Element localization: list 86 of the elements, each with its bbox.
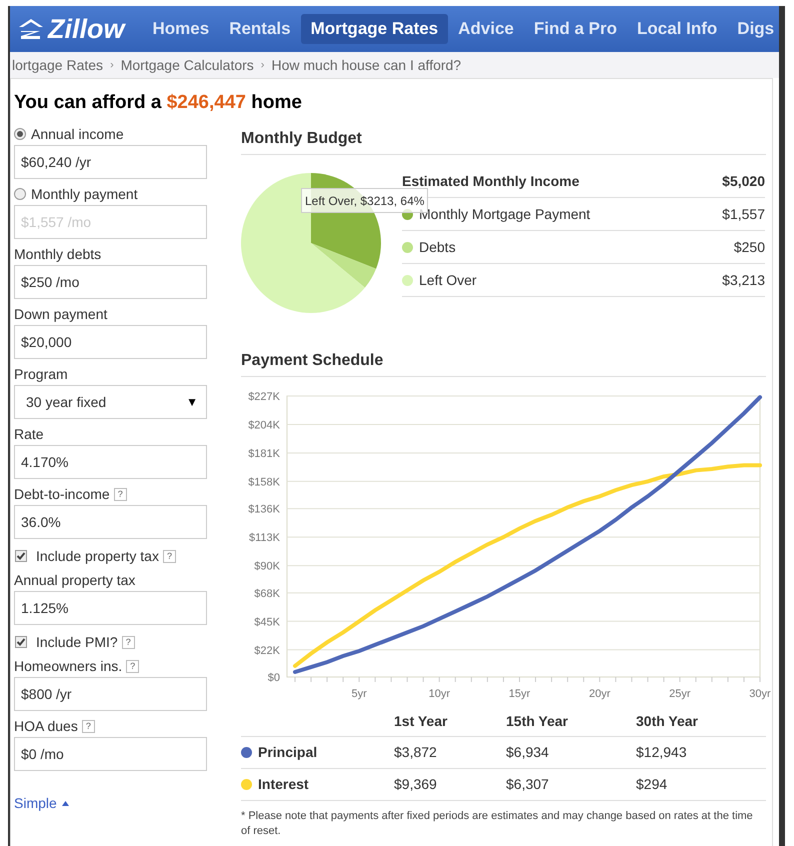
checkbox-label: Include property tax [36,546,159,566]
chart-tooltip: Left Over, $3213, 64% [301,188,428,213]
section-heading: Monthly Budget [241,129,766,155]
breadcrumb-separator: › [260,58,264,73]
select-value: 30 year fixed [26,392,106,412]
axis-label: $90K [254,560,280,573]
table-cell-text: $294 [636,775,668,794]
axis-label: 20yr [588,688,610,700]
input-field[interactable]: $60,240 /yr [14,145,207,179]
axis-label: $181K [248,448,280,460]
row-label: Interest [258,775,309,794]
radio-button[interactable] [14,128,26,140]
nav-tab[interactable]: Advice [448,14,524,44]
nav-tab[interactable]: Mortgage Rates [300,14,448,44]
table-cell-text: $6,934 [506,743,550,762]
table-cell-text: $12,943 [636,743,688,762]
caret-up-icon [62,801,69,806]
legend-value: $3,213 [722,270,765,290]
field-label: Homeowners ins. [14,656,122,676]
input-field[interactable]: 4.170% [14,445,207,479]
axis-label: $0 [268,672,280,684]
axis-label: $113K [249,532,280,544]
caret-icon: ▼ [186,393,198,411]
breadcrumb-link[interactable]: Mortgage Calculators [120,54,254,76]
legend-value: $250 [734,238,765,256]
logo[interactable]: Zillow [48,16,124,42]
input-field[interactable]: $0 /mo [14,737,207,771]
field-label: HOA dues [14,716,78,736]
nav-tab[interactable]: Digs [727,14,784,44]
axis-label: $227K [248,391,280,403]
headline: You can afford a $246,447 home [14,91,303,115]
axis-label: $22K [254,644,280,657]
field-label: Monthly payment [31,184,138,204]
simple-link[interactable]: Simple [14,793,207,814]
column-header: 15th Year [506,712,570,731]
input-field[interactable]: $250 /mo [14,265,207,299]
help-icon[interactable]: ? [122,636,135,648]
checkbox-label: Include PMI? [36,632,118,652]
help-icon[interactable]: ? [126,660,140,672]
column-header: 30th Year [636,712,700,731]
legend-value: $1,557 [722,204,765,224]
field-label: Down payment [14,304,108,324]
axis-label: 5yr [352,688,367,700]
program-select[interactable]: 30 year fixed ▼ [14,385,207,419]
field-label: Annual income [31,124,124,144]
help-icon[interactable]: ? [82,720,95,732]
input-field[interactable]: $800 /yr [14,677,207,711]
axis-label: $68K [254,588,280,600]
field-label: Program [14,364,68,384]
input-field[interactable]: $20,000 [14,325,207,359]
income-value: $5,020 [722,172,765,190]
input-field[interactable]: 36.0% [14,505,207,539]
axis-label: $45K [254,616,280,628]
legend-label: Debts [419,238,456,256]
input-field[interactable]: 1.125% [14,591,207,625]
table-cell-text: $3,872 [394,743,438,762]
nav-tab[interactable]: Local Info [627,14,728,44]
nav-tab[interactable]: Find a Pro [524,14,628,44]
checkbox[interactable] [15,636,27,648]
table-cell-text: $9,369 [394,775,438,794]
footnote: * Please note that payments after fixed periods are estimates and may change based on rates at the time of reset. [241,809,754,839]
table-cell-text: $6,307 [506,775,550,794]
field-label: Rate [14,424,44,444]
field-label: Monthly debts [14,244,102,264]
legend-label: Left Over [419,270,477,290]
field-label: Debt-to-income [14,484,110,504]
help-icon[interactable]: ? [114,488,127,500]
axis-label: 30yr [749,688,771,700]
field-label: Annual property tax [14,570,136,590]
axis-label: 25yr [669,688,691,700]
nav-tab[interactable]: Rentals [219,14,301,44]
section-heading: Payment Schedule [241,351,766,377]
axis-label: $136K [248,504,280,516]
axis-label: 15yr [508,688,530,700]
axis-label: 10yr [428,688,450,700]
column-header: 1st Year [394,712,448,731]
breadcrumb-link[interactable]: How much house can I afford? [271,54,462,76]
axis-label: $158K [248,476,280,488]
nav-tab[interactable]: Homes [142,14,220,44]
row-label: Principal [258,743,318,762]
axis-label: $204K [248,419,280,432]
help-icon[interactable]: ? [162,550,176,562]
checkbox[interactable] [15,550,27,562]
income-label: Estimated Monthly Income [402,172,580,191]
breadcrumb-link[interactable]: lortgage Rates [12,54,104,76]
breadcrumb-separator: › [110,58,114,73]
